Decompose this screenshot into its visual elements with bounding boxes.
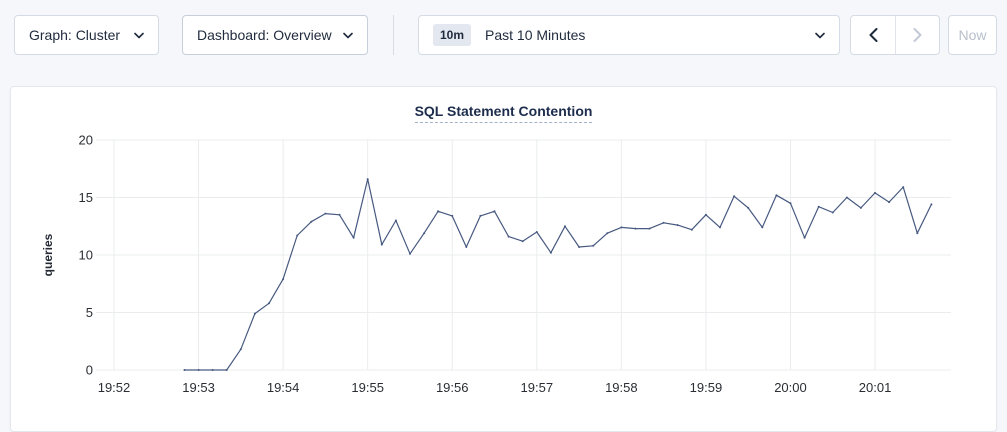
chart-title-text[interactable]: SQL Statement Contention xyxy=(415,103,593,123)
next-time-button[interactable] xyxy=(895,15,939,55)
svg-text:20: 20 xyxy=(79,133,93,148)
dashboard-dropdown-label: Dashboard: Overview xyxy=(197,27,332,43)
chevron-left-icon xyxy=(869,28,878,42)
svg-text:19:55: 19:55 xyxy=(351,380,384,395)
chart-panel: SQL Statement Contention 0 5 10 15 20 19:52 19… xyxy=(10,86,997,432)
time-range-badge: 10m xyxy=(433,24,471,46)
svg-text:19:57: 19:57 xyxy=(521,380,554,395)
svg-text:20:00: 20:00 xyxy=(774,380,807,395)
svg-text:19:52: 19:52 xyxy=(98,380,131,395)
svg-text:19:53: 19:53 xyxy=(182,380,215,395)
svg-text:20:01: 20:01 xyxy=(859,380,892,395)
svg-text:19:58: 19:58 xyxy=(605,380,638,395)
svg-text:15: 15 xyxy=(79,190,93,205)
chevron-down-icon xyxy=(343,32,353,39)
svg-text:queries: queries xyxy=(41,233,55,276)
toolbar-divider xyxy=(393,15,394,55)
time-nav-group xyxy=(850,15,940,55)
graph-dropdown[interactable]: Graph: Cluster xyxy=(14,15,159,55)
chart-title: SQL Statement Contention xyxy=(11,103,996,121)
chevron-down-icon xyxy=(815,32,825,39)
time-range-dropdown[interactable]: 10m Past 10 Minutes xyxy=(418,15,840,55)
contention-chart: 0 5 10 15 20 19:52 19:53 19:54 19:55 19:56 19:57 19… xyxy=(11,87,998,432)
svg-text:19:56: 19:56 xyxy=(436,380,469,395)
prev-time-button[interactable] xyxy=(851,15,895,55)
now-button[interactable]: Now xyxy=(948,15,997,55)
dashboard-dropdown[interactable]: Dashboard: Overview xyxy=(182,15,368,55)
time-range-label: Past 10 Minutes xyxy=(485,27,585,43)
svg-text:19:54: 19:54 xyxy=(267,380,300,395)
svg-text:5: 5 xyxy=(86,305,93,320)
svg-text:0: 0 xyxy=(86,363,93,378)
series-line-queries xyxy=(185,179,932,370)
toolbar: Graph: Cluster Dashboard: Overview 10m P… xyxy=(0,0,1007,70)
svg-text:10: 10 xyxy=(79,248,93,263)
chevron-down-icon xyxy=(134,32,144,39)
svg-text:19:59: 19:59 xyxy=(690,380,723,395)
chevron-right-icon xyxy=(913,28,922,42)
graph-dropdown-label: Graph: Cluster xyxy=(29,27,120,43)
